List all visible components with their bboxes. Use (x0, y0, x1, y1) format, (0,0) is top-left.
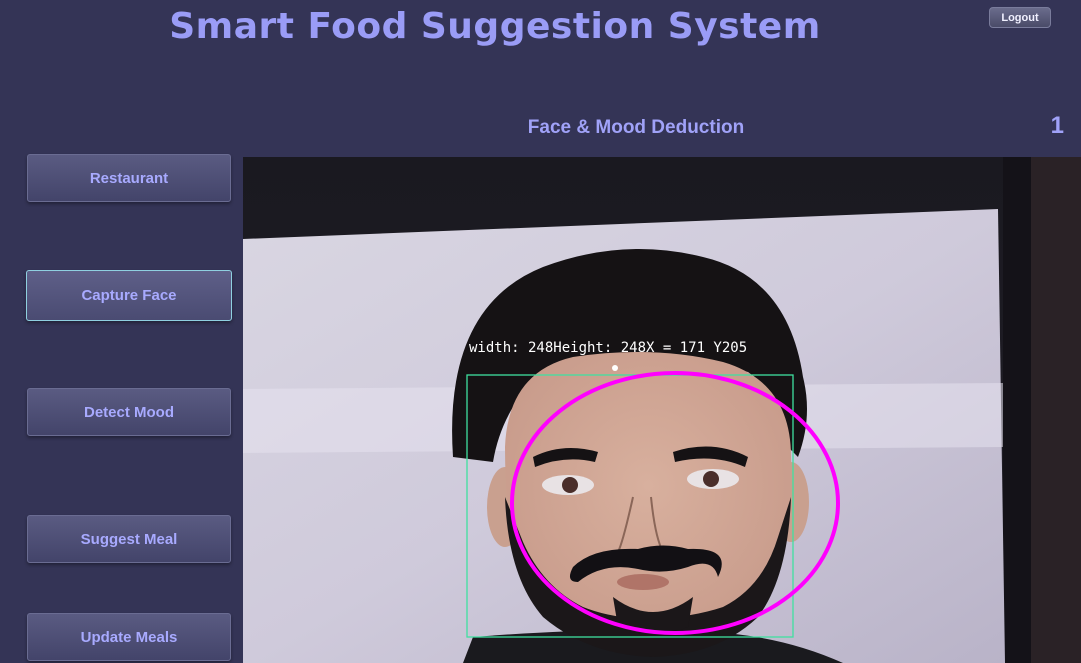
logout-button[interactable]: Logout (989, 7, 1051, 28)
suggest-meal-button[interactable]: Suggest Meal (27, 515, 231, 563)
camera-feed: width: 248Height: 248X = 171 Y205 (243, 157, 1081, 663)
section-title: Face & Mood Deduction (527, 117, 745, 138)
update-meals-button[interactable]: Update Meals (27, 613, 231, 661)
detect-mood-button[interactable]: Detect Mood (27, 388, 231, 436)
camera-frame: width: 248Height: 248X = 171 Y205 (243, 157, 1081, 663)
capture-face-button[interactable]: Capture Face (26, 270, 232, 321)
face-center-point (612, 365, 618, 371)
face-counter: 1 (1050, 112, 1064, 139)
app-title: Smart Food Suggestion System (169, 6, 821, 47)
restaurant-button[interactable]: Restaurant (27, 154, 231, 202)
face-metrics-label: width: 248Height: 248X = 171 Y205 (469, 340, 747, 356)
